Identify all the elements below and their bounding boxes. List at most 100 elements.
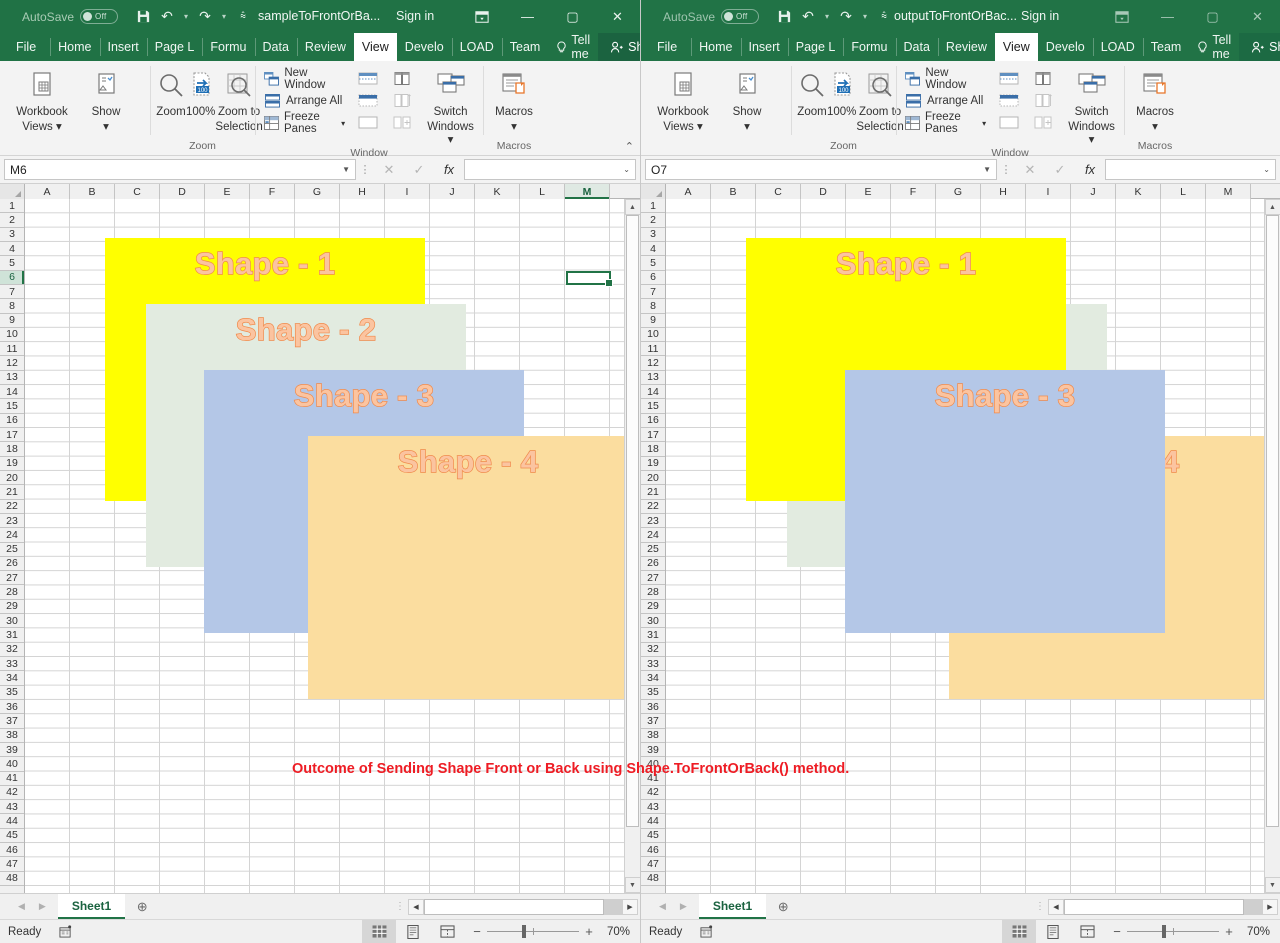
undo-dropdown-icon[interactable]: ▾ <box>180 5 192 29</box>
zoom-out-minus-icon[interactable]: − <box>1112 924 1122 939</box>
row-header-43[interactable]: 43 <box>0 800 24 814</box>
row-header-19[interactable]: 19 <box>0 457 24 471</box>
split-icon[interactable] <box>995 68 1023 88</box>
row-header-28[interactable]: 28 <box>641 585 665 599</box>
hide-window-icon[interactable] <box>354 90 382 110</box>
row-header-1[interactable]: 1 <box>641 199 665 213</box>
row-header-6[interactable]: 6 <box>641 271 665 285</box>
col-header-E[interactable]: E <box>205 184 250 199</box>
scroll-up-arrow-icon[interactable]: ▲ <box>625 199 641 215</box>
page-layout-view-icon[interactable] <box>396 920 430 943</box>
col-header-G[interactable]: G <box>936 184 981 199</box>
row-header-38[interactable]: 38 <box>0 729 24 743</box>
row-header-13[interactable]: 13 <box>0 371 24 385</box>
tab-insert[interactable]: Insert <box>741 33 788 61</box>
scroll-down-arrow-icon[interactable]: ▼ <box>625 877 641 893</box>
row-header-45[interactable]: 45 <box>0 829 24 843</box>
switch-windows-button[interactable]: Switch Windows ▾ <box>424 66 477 147</box>
switch-windows-button[interactable]: Switch Windows ▾ <box>1065 66 1118 147</box>
row-header-46[interactable]: 46 <box>641 843 665 857</box>
row-header-33[interactable]: 33 <box>641 657 665 671</box>
col-header-I[interactable]: I <box>1026 184 1071 199</box>
row-header-8[interactable]: 8 <box>641 299 665 313</box>
row-header-45[interactable]: 45 <box>641 829 665 843</box>
row-header-8[interactable]: 8 <box>0 299 24 313</box>
minimize-icon[interactable]: — <box>505 0 550 33</box>
formula-bar-handle[interactable]: ⋮ <box>356 163 374 176</box>
sheet-tab-sheet1-left[interactable]: Sheet1 <box>58 894 125 919</box>
add-sheet-plus-icon[interactable]: ⊕ <box>766 894 800 919</box>
tab-load[interactable]: LOAD <box>452 33 502 61</box>
tab-insert[interactable]: Insert <box>100 33 147 61</box>
autosave-switch[interactable]: Off <box>80 9 118 24</box>
shape-3-right[interactable]: Shape - 3 <box>845 370 1165 633</box>
col-header-H[interactable]: H <box>340 184 385 199</box>
tab-file[interactable]: File <box>0 33 50 61</box>
row-header-4[interactable]: 4 <box>0 242 24 256</box>
col-header-B[interactable]: B <box>711 184 756 199</box>
row-header-38[interactable]: 38 <box>641 729 665 743</box>
row-header-15[interactable]: 15 <box>0 399 24 413</box>
row-header-6[interactable]: 6 <box>0 271 24 285</box>
page-layout-view-icon[interactable] <box>1036 920 1070 943</box>
insert-function-fx-icon[interactable]: fx <box>1075 162 1105 177</box>
tab-team[interactable]: Team <box>502 33 549 61</box>
row-header-7[interactable]: 7 <box>0 285 24 299</box>
row-header-42[interactable]: 42 <box>641 786 665 800</box>
row-header-10[interactable]: 10 <box>641 328 665 342</box>
row-header-15[interactable]: 15 <box>641 399 665 413</box>
row-header-17[interactable]: 17 <box>641 428 665 442</box>
nav-prev-icon[interactable]: ◀ <box>659 901 666 912</box>
grid-area-right[interactable]: Shape - 2 Shape - 1 Shape - 4 Shape - 3 <box>666 199 1280 893</box>
hscroll-right-arrow-icon[interactable]: ▶ <box>1262 899 1278 915</box>
minimize-icon[interactable]: — <box>1145 0 1190 33</box>
row-header-48[interactable]: 48 <box>641 872 665 886</box>
row-header-16[interactable]: 16 <box>0 414 24 428</box>
nav-prev-icon[interactable]: ◀ <box>18 901 25 912</box>
grid-area-left[interactable]: Shape - 1 Shape - 2 Shape - 3 Shape - 4 … <box>25 199 640 893</box>
workbook-views-button[interactable]: Workbook Views ▾ <box>647 66 719 134</box>
unhide-window-icon[interactable] <box>354 112 382 132</box>
row-header-11[interactable]: 11 <box>0 342 24 356</box>
workbook-views-button[interactable]: Workbook Views ▾ <box>6 66 78 134</box>
row-header-13[interactable]: 13 <box>641 371 665 385</box>
row-header-18[interactable]: 18 <box>641 442 665 456</box>
select-all-corner-right[interactable] <box>641 184 666 199</box>
col-header-D[interactable]: D <box>801 184 846 199</box>
row-header-44[interactable]: 44 <box>0 814 24 828</box>
row-header-37[interactable]: 37 <box>0 714 24 728</box>
vertical-scroll-thumb-right[interactable] <box>1266 215 1279 827</box>
tab-developer[interactable]: Develo <box>397 33 452 61</box>
col-header-E[interactable]: E <box>846 184 891 199</box>
row-header-36[interactable]: 36 <box>641 700 665 714</box>
redo-dropdown-icon[interactable]: ▾ <box>859 5 871 29</box>
freeze-panes-button[interactable]: Freeze Panes ▾ <box>261 112 348 134</box>
row-header-5[interactable]: 5 <box>0 256 24 270</box>
row-header-3[interactable]: 3 <box>0 228 24 242</box>
zoom-slider-right[interactable]: − + <box>1104 924 1240 939</box>
add-sheet-plus-icon[interactable]: ⊕ <box>125 894 159 919</box>
row-header-20[interactable]: 20 <box>0 471 24 485</box>
row-header-2[interactable]: 2 <box>641 213 665 227</box>
accessibility-check-icon[interactable] <box>682 925 713 938</box>
name-box-chevron-down-icon[interactable]: ▼ <box>342 165 350 174</box>
zoom-track-left[interactable] <box>487 931 579 932</box>
accessibility-check-icon[interactable] <box>41 925 72 938</box>
row-header-21[interactable]: 21 <box>641 485 665 499</box>
maximize-icon[interactable]: ▢ <box>1190 0 1235 33</box>
name-box-right[interactable]: O7 ▼ <box>645 159 997 180</box>
shape-4-left[interactable]: Shape - 4 <box>308 436 628 699</box>
formula-input-right[interactable]: ⌄ <box>1105 159 1276 180</box>
hscroll-thumb-right[interactable] <box>1064 899 1244 915</box>
hide-window-icon[interactable] <box>995 90 1023 110</box>
col-header-I[interactable]: I <box>385 184 430 199</box>
customize-qat-icon[interactable]: ⩯ <box>232 5 254 29</box>
row-header-37[interactable]: 37 <box>641 714 665 728</box>
row-header-14[interactable]: 14 <box>0 385 24 399</box>
sign-in-link-left[interactable]: Sign in <box>396 9 434 23</box>
row-header-2[interactable]: 2 <box>0 213 24 227</box>
nav-next-icon[interactable]: ▶ <box>680 901 687 912</box>
new-window-button[interactable]: New Window <box>902 68 989 90</box>
zoom-100-button[interactable]: 100 100% <box>827 66 856 119</box>
macros-dropdown-caret[interactable]: ▾ <box>1152 119 1158 134</box>
